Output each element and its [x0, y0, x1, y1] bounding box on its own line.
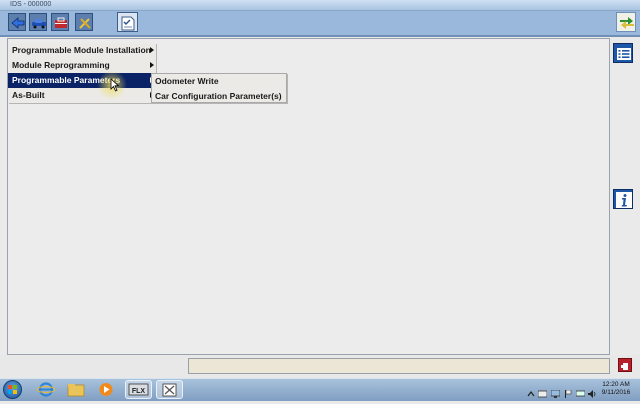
- taskbar-app-file-explorer[interactable]: [64, 380, 88, 399]
- menu-item-programmable-parameters[interactable]: Programmable Parameters: [8, 73, 156, 88]
- car-icon: [32, 19, 46, 29]
- window-titlebar: IDS - 000000: [0, 0, 640, 11]
- media-player-icon: [99, 383, 113, 396]
- tray-device-icon[interactable]: [537, 385, 548, 398]
- taskbar-app-ids-flx[interactable]: FLX: [125, 380, 152, 399]
- info-button[interactable]: [613, 189, 633, 209]
- ids-tool-icon: [162, 383, 177, 397]
- list-icon: [617, 48, 631, 60]
- exit-icon: [621, 363, 628, 370]
- toolbox-icon: [55, 17, 67, 28]
- tools-button[interactable]: [75, 13, 93, 31]
- clock-time: 12:20 AM: [602, 381, 630, 388]
- exchange-arrows-icon: [620, 17, 634, 29]
- tasks-button[interactable]: [117, 12, 138, 32]
- menu-item-label: Module Reprogramming: [12, 60, 110, 70]
- submenu: Odometer Write Car Configuration Paramet…: [151, 73, 287, 103]
- submenu-item-label: Car Configuration Parameter(s): [155, 91, 282, 101]
- menu-item-as-built[interactable]: As-Built: [8, 88, 156, 103]
- back-button[interactable]: [8, 13, 26, 31]
- tools-icon: [79, 18, 91, 29]
- submenu-item-car-configuration-parameters[interactable]: Car Configuration Parameter(s): [152, 89, 286, 104]
- tray-flag-icon[interactable]: [564, 385, 572, 398]
- list-button[interactable]: [613, 43, 633, 63]
- internet-explorer-icon: [36, 382, 56, 397]
- window-title: IDS - 000000: [10, 1, 52, 8]
- menu-item-label: As-Built: [12, 90, 45, 100]
- svg-text:FLX: FLX: [132, 388, 146, 395]
- vehicle-button[interactable]: [29, 13, 47, 31]
- taskbar-clock[interactable]: 12:20 AM 9/11/2016: [598, 381, 634, 397]
- exchange-button[interactable]: [616, 12, 636, 32]
- taskbar-app-internet-explorer[interactable]: [34, 380, 58, 399]
- tray-network-icon[interactable]: [575, 385, 586, 397]
- back-arrow-icon: [11, 17, 25, 29]
- clock-date: 9/11/2016: [601, 389, 631, 396]
- main-menu: Programmable Module Installation Module …: [8, 43, 156, 103]
- submenu-item-odometer-write[interactable]: Odometer Write: [152, 74, 286, 89]
- chevron-right-icon: [150, 47, 154, 53]
- status-bar: [0, 355, 640, 378]
- menu-item-module-reprogramming[interactable]: Module Reprogramming: [8, 58, 156, 73]
- chevron-right-icon: [150, 62, 154, 68]
- file-explorer-icon: [67, 384, 85, 397]
- taskbar-app-media-player[interactable]: [94, 380, 118, 399]
- mouse-pointer-icon: [110, 78, 120, 92]
- exit-button[interactable]: [618, 358, 632, 372]
- info-icon: [616, 192, 632, 208]
- windows-logo-icon: [8, 385, 17, 394]
- tasks-checklist-icon: [121, 16, 135, 31]
- taskbar-app-ids-tool[interactable]: [156, 380, 183, 399]
- submenu-item-label: Odometer Write: [155, 76, 219, 86]
- taskbar: FLX 12:20 AM 9/11/2016: [0, 378, 640, 401]
- show-hidden-icons[interactable]: [527, 385, 535, 397]
- menu-item-programmable-module-installation[interactable]: Programmable Module Installation: [8, 43, 156, 58]
- chevron-up-icon: [527, 391, 535, 397]
- toolbar: [0, 11, 640, 37]
- volume-icon[interactable]: [588, 385, 596, 398]
- menu-item-label: Programmable Module Installation: [12, 45, 151, 55]
- toolbox-button[interactable]: [51, 13, 69, 31]
- start-button[interactable]: [3, 380, 22, 399]
- ids-flx-icon: FLX: [128, 383, 149, 396]
- status-message: [188, 358, 610, 374]
- tray-monitor-icon[interactable]: [550, 385, 561, 398]
